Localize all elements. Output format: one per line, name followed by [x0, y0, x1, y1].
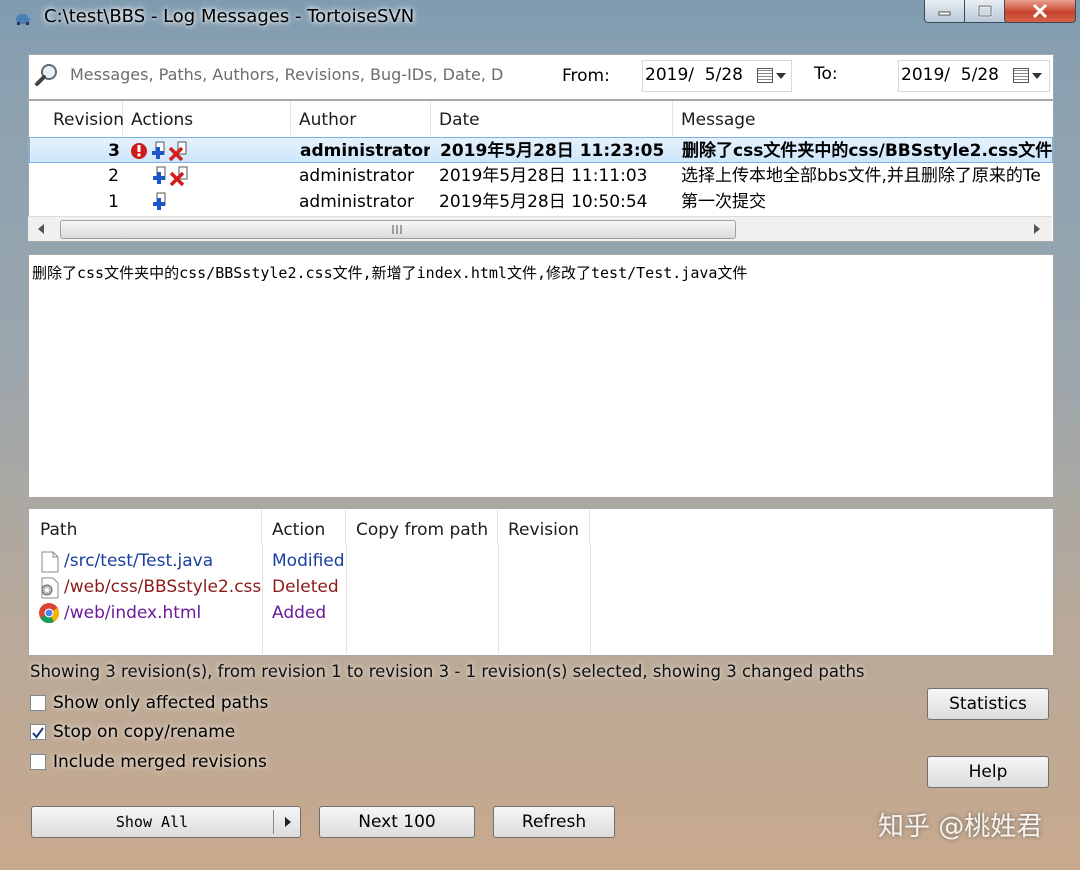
calendar-icon	[1013, 68, 1029, 83]
delete-icon	[168, 141, 187, 162]
revision-row-1[interactable]: 1 administrator 2019年5月28日 10:50:54 第一次提…	[29, 189, 1053, 215]
column-header-actions[interactable]: Actions	[123, 101, 291, 135]
column-header-author[interactable]: Author	[291, 101, 431, 135]
watermark: 知乎 @桃姓君	[878, 812, 1043, 842]
revision-date: 2019年5月28日 11:23:05	[440, 141, 665, 161]
column-header-message[interactable]: Message	[673, 101, 1053, 135]
revision-row-3[interactable]: 3 administrator 2019年5月28日 11:23:05 删除了c…	[29, 137, 1053, 163]
path-action: Modified	[272, 551, 345, 571]
css-file-icon	[41, 577, 59, 599]
help-button[interactable]: Help	[927, 756, 1049, 788]
column-header-path[interactable]: Path	[30, 510, 262, 544]
minimize-button[interactable]	[924, 0, 966, 23]
add-icon	[153, 166, 166, 184]
revision-message: 选择上传本地全部bbs文件,并且删除了原来的Te	[681, 166, 1041, 186]
column-divider	[498, 544, 499, 654]
message-pane[interactable]	[28, 254, 1054, 498]
revision-author: administrator	[299, 166, 414, 186]
column-header-date[interactable]: Date	[431, 101, 673, 135]
stop-on-copy-checkbox[interactable]	[30, 724, 46, 740]
show-affected-paths-label[interactable]: Show only affected paths	[53, 693, 268, 713]
chevron-down-icon	[1032, 73, 1042, 79]
log-message-text: 删除了css文件夹中的css/BBSstyle2.css文件,新增了index.…	[32, 264, 748, 282]
title-bar: C:\test\BBS - Log Messages - TortoiseSVN	[0, 0, 1080, 34]
show-affected-paths-checkbox[interactable]	[30, 695, 46, 711]
include-merged-checkbox[interactable]	[30, 754, 46, 770]
chevron-down-icon	[776, 73, 786, 79]
delete-icon	[169, 166, 188, 187]
close-button[interactable]	[1004, 0, 1076, 23]
file-icon	[41, 551, 59, 573]
path-action: Added	[272, 603, 327, 623]
revision-number: 2	[108, 166, 119, 186]
scroll-right-icon[interactable]	[1032, 223, 1042, 235]
maximize-icon	[977, 4, 993, 18]
calendar-icon	[757, 68, 773, 83]
column-header-revision[interactable]: Revision	[43, 101, 124, 135]
from-label: From:	[562, 66, 610, 86]
next-100-button[interactable]: Next 100	[319, 806, 475, 838]
grip-icon	[392, 225, 402, 234]
column-header-copy-revision[interactable]: Revision	[498, 510, 590, 544]
dropdown-arrow-icon[interactable]	[284, 816, 292, 828]
revision-row-2[interactable]: 2 administrator 2019年5月28日 11:11:03 选择上传…	[29, 163, 1053, 189]
maximize-button[interactable]	[964, 0, 1006, 23]
tortoisesvn-icon	[16, 12, 33, 25]
to-date-picker[interactable]: 2019/ 5/28	[898, 60, 1050, 92]
stop-on-copy-label[interactable]: Stop on copy/rename	[53, 722, 235, 742]
checkmark-icon	[32, 727, 44, 739]
to-date-value: 2019/ 5/28	[901, 65, 999, 85]
column-divider	[346, 544, 347, 654]
add-icon	[152, 141, 165, 159]
add-icon	[153, 192, 166, 210]
search-input[interactable]	[70, 62, 525, 86]
column-divider	[590, 544, 591, 654]
from-date-picker[interactable]: 2019/ 5/28	[642, 60, 792, 92]
revision-number: 1	[108, 192, 119, 212]
statistics-button[interactable]: Statistics	[927, 688, 1049, 720]
column-header-action[interactable]: Action	[262, 510, 346, 544]
minimize-icon	[938, 11, 951, 16]
include-merged-label[interactable]: Include merged revisions	[53, 752, 267, 772]
chrome-icon	[39, 603, 60, 624]
changed-path: /src/test/Test.java	[64, 551, 214, 571]
path-action: Deleted	[272, 577, 339, 597]
conflict-icon	[131, 143, 147, 159]
column-header-copy-from-path[interactable]: Copy from path	[346, 510, 498, 544]
show-all-button-label[interactable]: Show All	[32, 807, 272, 837]
revision-date: 2019年5月28日 11:11:03	[439, 166, 648, 186]
revision-number: 3	[108, 141, 120, 161]
refresh-button[interactable]: Refresh	[493, 806, 615, 838]
status-text: Showing 3 revision(s), from revision 1 t…	[30, 662, 865, 681]
close-icon	[1032, 3, 1048, 19]
column-divider	[262, 544, 263, 654]
revision-author: administrator	[300, 141, 430, 161]
split-divider	[273, 810, 274, 834]
search-box	[30, 58, 532, 92]
revision-message: 第一次提交	[681, 192, 766, 212]
changed-path: /web/css/BBSstyle2.css	[64, 577, 262, 597]
horizontal-scrollbar[interactable]	[28, 216, 1052, 241]
window-title: C:\test\BBS - Log Messages - TortoiseSVN	[44, 6, 415, 27]
revision-message: 删除了css文件夹中的css/BBSstyle2.css文件	[682, 141, 1053, 161]
show-all-split-button[interactable]: Show All	[31, 806, 301, 838]
from-date-value: 2019/ 5/28	[645, 65, 743, 85]
revision-date: 2019年5月28日 10:50:54	[439, 192, 648, 212]
to-label: To:	[814, 64, 838, 84]
search-icon	[35, 64, 57, 86]
scroll-left-icon[interactable]	[36, 223, 46, 235]
changed-path: /web/index.html	[64, 603, 202, 623]
revision-author: administrator	[299, 192, 414, 212]
scroll-thumb[interactable]	[60, 220, 736, 239]
